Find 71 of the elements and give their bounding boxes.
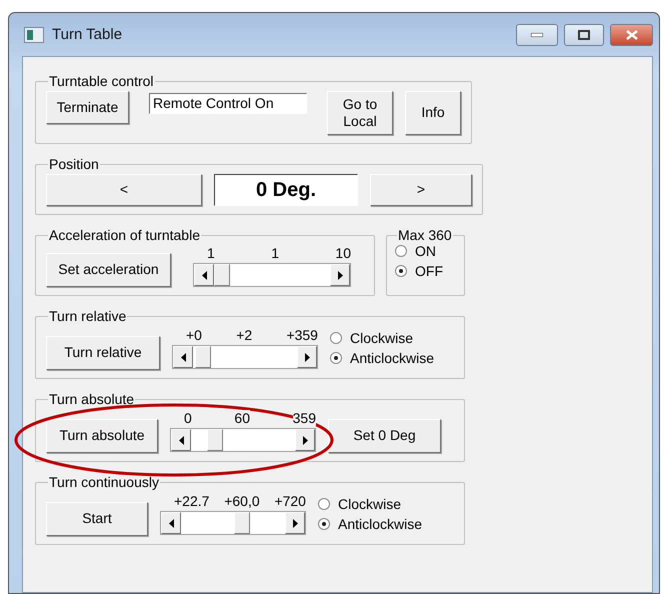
set-acceleration-button[interactable]: Set acceleration [46, 253, 171, 287]
scale-label: 10 [335, 245, 351, 261]
scale-label: +0 [186, 327, 202, 343]
radio-button[interactable] [330, 332, 342, 344]
group-title: Turn continuously [48, 474, 160, 490]
value-label: 1 [271, 245, 279, 261]
radio-option[interactable]: Clockwise [318, 496, 422, 512]
slider-thumb[interactable] [206, 429, 223, 451]
group-title: Turntable control [48, 73, 155, 89]
radio-button[interactable] [395, 245, 407, 257]
scroll-right-button[interactable] [295, 429, 315, 451]
slider-thumb[interactable] [194, 346, 211, 368]
position-display: 0 Deg. [214, 174, 358, 206]
scroll-left-button[interactable] [171, 429, 191, 451]
start-button[interactable]: Start [46, 502, 148, 536]
maximize-icon [578, 30, 590, 40]
right-arrow-icon [304, 352, 310, 362]
rotate-left-button[interactable]: < [46, 174, 202, 206]
group-title: Turn absolute [48, 391, 136, 407]
minimize-button[interactable] [516, 24, 558, 46]
scale-label: 1 [207, 245, 215, 261]
group-title: Turn relative [48, 308, 128, 324]
turn-absolute-button[interactable]: Turn absolute [46, 419, 158, 453]
radio-option[interactable]: Anticlockwise [330, 350, 434, 366]
scroll-left-button[interactable] [161, 512, 181, 534]
radio-button[interactable] [318, 518, 330, 530]
radio-option[interactable]: OFF [395, 263, 456, 279]
set-zero-button[interactable]: Set 0 Deg [328, 419, 441, 453]
radio-button[interactable] [330, 352, 342, 364]
scroll-left-button[interactable] [194, 264, 214, 286]
value-label: 60 [234, 410, 250, 426]
scale-label: +720 [274, 493, 306, 509]
right-arrow-icon [338, 270, 342, 280]
group-title: Max 360 [397, 227, 453, 243]
scroll-right-button[interactable] [330, 264, 350, 286]
group-title: Position [48, 156, 100, 172]
terminate-button[interactable]: Terminate [46, 91, 129, 124]
close-button[interactable] [610, 24, 653, 46]
turn-relative-button[interactable]: Turn relative [46, 336, 160, 370]
status-field: Remote Control On [149, 93, 307, 114]
slider-thumb[interactable] [214, 264, 230, 286]
group-title: Acceleration of turntable [48, 227, 201, 243]
slider-thumb[interactable] [234, 512, 250, 534]
info-button[interactable]: Info [405, 91, 461, 135]
maximize-button[interactable] [564, 24, 604, 46]
scroll-right-button[interactable] [285, 512, 305, 534]
value-label: +2 [236, 327, 252, 343]
go-to-local-button[interactable]: Go to Local [327, 91, 393, 135]
window-title: Turn Table [52, 26, 124, 43]
left-arrow-icon [202, 270, 206, 280]
scale-label: 0 [184, 410, 192, 426]
radio-option[interactable]: Clockwise [330, 330, 434, 346]
scale-label: +22.7 [174, 493, 210, 509]
scroll-left-button[interactable] [173, 346, 193, 368]
value-label: +60,0 [224, 493, 260, 509]
close-icon [626, 30, 638, 40]
scale-label: 359 [292, 410, 316, 426]
rotate-right-button[interactable]: > [370, 174, 472, 206]
app-icon [24, 26, 44, 42]
scale-label: +359 [286, 327, 318, 343]
radio-option[interactable]: ON [395, 243, 456, 259]
left-arrow-icon [168, 518, 174, 528]
minimize-icon [531, 32, 543, 36]
left-arrow-icon [180, 352, 186, 362]
radio-button[interactable] [318, 498, 330, 510]
radio-button[interactable] [395, 265, 407, 277]
right-arrow-icon [292, 518, 298, 528]
right-arrow-icon [302, 436, 308, 444]
left-arrow-icon [178, 436, 184, 444]
scroll-right-button[interactable] [297, 346, 317, 368]
radio-option[interactable]: Anticlockwise [318, 516, 422, 532]
